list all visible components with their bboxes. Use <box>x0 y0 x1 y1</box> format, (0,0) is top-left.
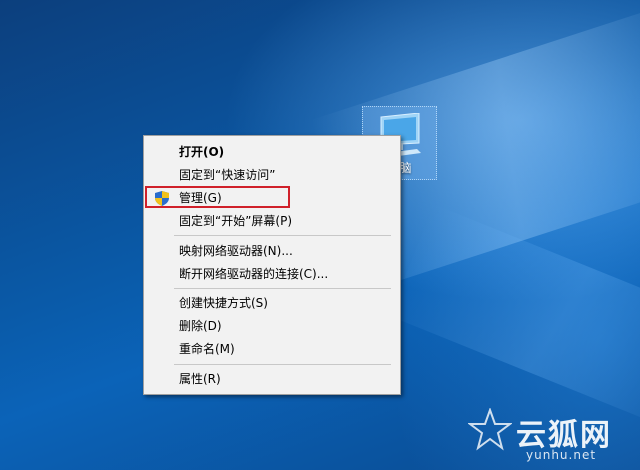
wallpaper-light-beam <box>389 204 640 436</box>
menu-item-label: 映射网络驱动器(N)... <box>179 244 293 258</box>
watermark: 云狐网 yunhu.net <box>468 402 640 470</box>
menu-item-open[interactable]: 打开(O) <box>144 141 400 163</box>
menu-separator <box>174 288 391 289</box>
menu-item-pin-start[interactable]: 固定到“开始”屏幕(P) <box>144 210 400 232</box>
desktop-background[interactable]: 电脑 打开(O) 固定到“快速访问” 管理(G) 固定到“开始”屏幕(P) 映射… <box>0 0 640 470</box>
menu-item-label: 固定到“快速访问” <box>179 168 276 182</box>
menu-item-delete[interactable]: 删除(D) <box>144 315 400 337</box>
menu-item-manage[interactable]: 管理(G) <box>144 186 400 209</box>
menu-item-rename[interactable]: 重命名(M) <box>144 338 400 360</box>
menu-separator <box>174 235 391 236</box>
shield-icon <box>155 191 169 206</box>
menu-item-label: 重命名(M) <box>179 342 235 356</box>
menu-item-pin-quick-access[interactable]: 固定到“快速访问” <box>144 164 400 186</box>
menu-item-label: 删除(D) <box>179 319 222 333</box>
menu-item-label: 断开网络驱动器的连接(C)... <box>179 267 329 281</box>
menu-item-label: 属性(R) <box>179 372 221 386</box>
menu-item-label: 创建快捷方式(S) <box>179 296 268 310</box>
menu-item-map-network-drive[interactable]: 映射网络驱动器(N)... <box>144 240 400 262</box>
star-icon <box>468 408 512 451</box>
watermark-url: yunhu.net <box>526 448 597 462</box>
menu-item-properties[interactable]: 属性(R) <box>144 368 400 390</box>
menu-item-label: 打开(O) <box>179 145 225 159</box>
menu-item-label: 管理(G) <box>179 191 222 205</box>
context-menu: 打开(O) 固定到“快速访问” 管理(G) 固定到“开始”屏幕(P) 映射网络驱… <box>143 135 401 395</box>
menu-separator <box>174 364 391 365</box>
menu-item-disconnect-network-drive[interactable]: 断开网络驱动器的连接(C)... <box>144 263 400 285</box>
menu-item-label: 固定到“开始”屏幕(P) <box>179 214 293 228</box>
menu-item-create-shortcut[interactable]: 创建快捷方式(S) <box>144 292 400 314</box>
